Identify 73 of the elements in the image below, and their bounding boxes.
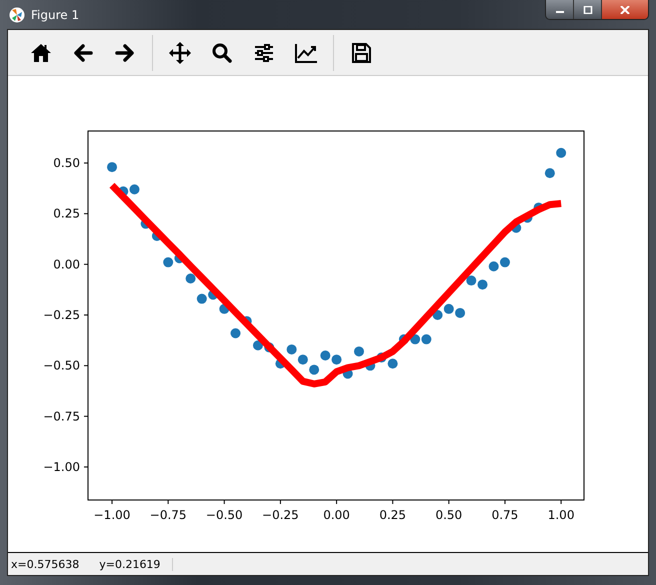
maximize-button[interactable] — [574, 0, 602, 19]
maximize-icon — [582, 6, 592, 14]
x-tick — [392, 500, 394, 504]
x-tick — [224, 500, 225, 504]
y-tick — [84, 162, 88, 164]
data-point — [186, 274, 196, 284]
data-point — [421, 334, 432, 344]
x-coordinate-text: x=0.575638 — [10, 558, 80, 570]
x-tick — [504, 500, 506, 504]
x-tick — [560, 500, 562, 504]
data-point — [275, 358, 286, 369]
x-tick-label: 0.75 — [492, 508, 518, 522]
x-tick-label: −0.50 — [206, 508, 243, 522]
data-point — [298, 354, 308, 365]
x-tick-label: −1.00 — [94, 508, 130, 522]
data-point — [365, 360, 376, 371]
y-tick — [84, 466, 88, 468]
y-tick-label: −0.50 — [43, 358, 80, 373]
data-point — [129, 184, 140, 194]
data-point — [286, 344, 297, 354]
y-tick — [84, 213, 88, 214]
data-point — [388, 358, 398, 369]
y-tick — [84, 314, 88, 316]
data-point — [342, 368, 353, 379]
window-title: Figure 1 — [31, 8, 80, 22]
data-point — [252, 340, 263, 350]
data-point — [196, 294, 207, 304]
close-icon — [620, 6, 630, 14]
y-tick-label: −0.25 — [43, 308, 80, 322]
y-tick-label: −0.75 — [43, 409, 80, 424]
data-point — [432, 310, 443, 320]
data-point — [163, 257, 174, 268]
data-point — [500, 257, 510, 268]
y-tick-label: −1.00 — [43, 460, 80, 474]
x-tick-label: −0.75 — [150, 508, 187, 522]
data-point — [354, 346, 364, 356]
x-tick-label: 0.25 — [379, 508, 406, 522]
data-point — [107, 162, 118, 172]
data-point — [208, 290, 218, 300]
x-tick-label: −0.25 — [262, 508, 299, 522]
y-tick-label: 0.25 — [53, 206, 80, 221]
data-point — [466, 276, 476, 286]
x-tick — [448, 500, 450, 504]
pinwheel-icon — [9, 6, 25, 22]
data-point — [219, 304, 230, 314]
y-coordinate-text: y=0.21619 — [79, 558, 174, 570]
x-tick-label: 0.50 — [435, 508, 462, 522]
x-tick — [280, 500, 281, 504]
data-point — [332, 354, 342, 365]
data-point — [544, 168, 555, 178]
data-point — [309, 364, 320, 375]
data-point — [556, 148, 566, 158]
data-point — [444, 304, 454, 314]
x-tick-label: 0.00 — [323, 508, 350, 522]
minimize-button[interactable] — [546, 0, 574, 19]
data-point — [230, 328, 241, 338]
data-point — [478, 280, 488, 290]
y-tick — [84, 264, 88, 265]
data-point — [118, 186, 128, 196]
x-tick — [336, 500, 338, 504]
y-tick — [84, 365, 88, 366]
x-tick — [112, 500, 113, 504]
y-tick-label: 0.50 — [53, 156, 80, 170]
data-point — [511, 222, 522, 233]
y-tick — [84, 416, 88, 417]
close-button[interactable] — [602, 0, 648, 19]
data-point — [410, 334, 420, 344]
data-point — [455, 308, 466, 318]
data-point — [320, 350, 330, 361]
x-tick — [168, 500, 169, 504]
y-tick-label: 0.00 — [53, 257, 80, 272]
data-point — [488, 261, 499, 272]
x-tick-label: 1.00 — [548, 508, 574, 522]
